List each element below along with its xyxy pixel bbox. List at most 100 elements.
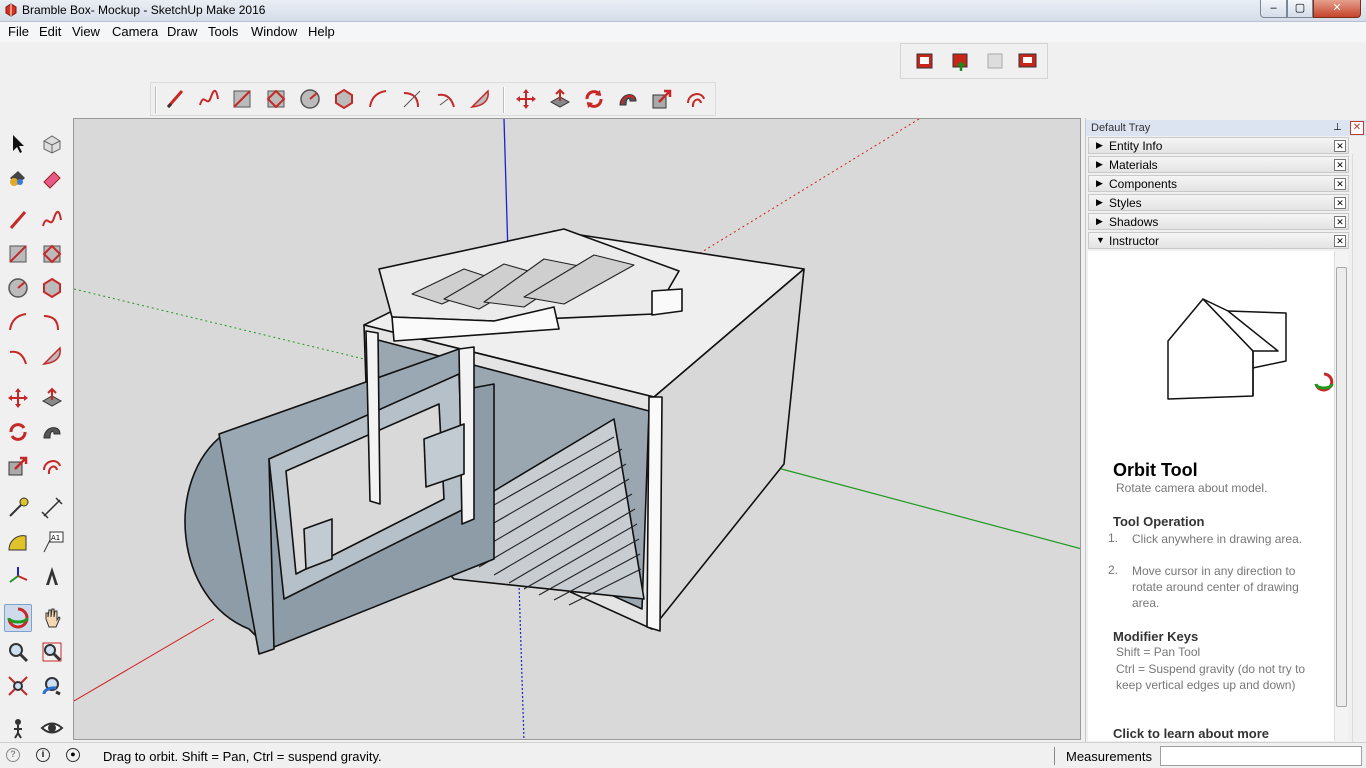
share-component-icon[interactable] bbox=[981, 47, 1009, 75]
move-tool-icon[interactable] bbox=[512, 85, 540, 113]
maximize-button[interactable]: ▢ bbox=[1287, 0, 1313, 18]
close-panel-icon[interactable]: ✕ bbox=[1334, 178, 1346, 190]
close-panel-icon[interactable]: ✕ bbox=[1334, 159, 1346, 171]
tape-measure-icon[interactable] bbox=[4, 494, 32, 522]
panel-label: Components bbox=[1109, 177, 1178, 191]
3-point-arc-tool-icon[interactable] bbox=[4, 342, 32, 370]
blue-axis-negative bbox=[518, 583, 525, 739]
follow-me-tool-icon[interactable] bbox=[614, 85, 642, 113]
rotate-tool-icon[interactable] bbox=[4, 418, 32, 446]
follow-me-tool-icon[interactable] bbox=[38, 418, 66, 446]
close-panel-icon[interactable]: ✕ bbox=[1334, 235, 1346, 247]
move-tool-icon[interactable] bbox=[4, 384, 32, 412]
user-account-icon[interactable]: ● bbox=[66, 748, 80, 762]
rectangle-tool-icon[interactable] bbox=[228, 85, 256, 113]
close-tray-button[interactable]: ✕ bbox=[1350, 121, 1364, 135]
learn-more-link[interactable]: Click to learn about more bbox=[1113, 726, 1269, 741]
instructor-scrollbar[interactable] bbox=[1334, 251, 1348, 741]
menu-tools[interactable]: Tools bbox=[208, 24, 238, 39]
close-panel-icon[interactable]: ✕ bbox=[1334, 140, 1346, 152]
measurements-input[interactable] bbox=[1160, 746, 1362, 766]
paint-bucket-icon[interactable] bbox=[4, 164, 32, 192]
menu-edit[interactable]: Edit bbox=[39, 24, 61, 39]
blue-axis bbox=[503, 119, 509, 255]
freehand-tool-icon[interactable] bbox=[38, 206, 66, 234]
tray-scrollbar[interactable] bbox=[1352, 154, 1366, 742]
window-title: Bramble Box- Mockup - SketchUp Make 2016 bbox=[22, 3, 266, 17]
select-tool-icon[interactable] bbox=[4, 130, 32, 158]
scale-tool-icon[interactable] bbox=[4, 452, 32, 480]
3d-text-icon[interactable] bbox=[38, 562, 66, 590]
bramble-box-model[interactable] bbox=[184, 228, 805, 655]
protractor-icon[interactable] bbox=[4, 528, 32, 556]
drawing-area[interactable] bbox=[73, 118, 1081, 740]
minimize-button[interactable]: – bbox=[1260, 0, 1287, 18]
model-canvas[interactable] bbox=[74, 119, 1081, 740]
look-around-icon[interactable] bbox=[38, 714, 66, 742]
rotate-tool-icon[interactable] bbox=[580, 85, 608, 113]
panel-materials[interactable]: ▶ Materials ✕ bbox=[1088, 156, 1349, 173]
dimension-tool-icon[interactable] bbox=[38, 494, 66, 522]
circle-tool-icon[interactable] bbox=[296, 85, 324, 113]
close-panel-icon[interactable]: ✕ bbox=[1334, 216, 1346, 228]
arc-tool-icon[interactable] bbox=[4, 308, 32, 336]
menu-view[interactable]: View bbox=[72, 24, 100, 39]
panel-components[interactable]: ▶ Components ✕ bbox=[1088, 175, 1349, 192]
drawing-toolbar bbox=[150, 82, 716, 116]
offset-tool-icon[interactable] bbox=[38, 452, 66, 480]
pie-tool-icon[interactable] bbox=[466, 85, 494, 113]
close-window-button[interactable]: ✕ bbox=[1313, 0, 1361, 18]
push-pull-tool-icon[interactable] bbox=[546, 85, 574, 113]
rotated-rectangle-tool-icon[interactable] bbox=[262, 85, 290, 113]
2-point-arc-tool-icon[interactable] bbox=[398, 85, 426, 113]
extension-warehouse-icon[interactable] bbox=[1014, 47, 1042, 75]
zoom-tool-icon[interactable] bbox=[4, 638, 32, 666]
line-tool-icon[interactable] bbox=[4, 206, 32, 234]
zoom-window-icon[interactable] bbox=[38, 638, 66, 666]
line-tool-icon[interactable] bbox=[161, 85, 189, 113]
rotated-rectangle-tool-icon[interactable] bbox=[38, 240, 66, 268]
polygon-tool-icon[interactable] bbox=[330, 85, 358, 113]
make-component-icon[interactable] bbox=[38, 130, 66, 158]
rectangle-tool-icon[interactable] bbox=[4, 240, 32, 268]
push-pull-tool-icon[interactable] bbox=[38, 384, 66, 412]
menu-window[interactable]: Window bbox=[251, 24, 297, 39]
close-panel-icon[interactable]: ✕ bbox=[1334, 197, 1346, 209]
panel-instructor[interactable]: ▼ Instructor ✕ bbox=[1088, 232, 1349, 249]
toolbar-separator bbox=[503, 87, 505, 113]
menu-camera[interactable]: Camera bbox=[112, 24, 158, 39]
tool-operation-heading: Tool Operation bbox=[1113, 514, 1205, 529]
pie-tool-icon[interactable] bbox=[38, 342, 66, 370]
menu-help[interactable]: Help bbox=[308, 24, 335, 39]
scale-tool-icon[interactable] bbox=[648, 85, 676, 113]
zoom-extents-icon[interactable] bbox=[4, 672, 32, 700]
pin-icon[interactable]: ⊥ bbox=[1333, 122, 1342, 133]
axes-tool-icon[interactable] bbox=[4, 562, 32, 590]
offset-tool-icon[interactable] bbox=[682, 85, 710, 113]
panel-shadows[interactable]: ▶ Shadows ✕ bbox=[1088, 213, 1349, 230]
menu-file[interactable]: File bbox=[8, 24, 29, 39]
panel-entity-info[interactable]: ▶ Entity Info ✕ bbox=[1088, 137, 1349, 154]
eraser-icon[interactable] bbox=[38, 164, 66, 192]
instructor-subtitle: Rotate camera about model. bbox=[1116, 481, 1268, 495]
2-point-arc-tool-icon[interactable] bbox=[38, 308, 66, 336]
credits-icon[interactable]: i bbox=[36, 748, 50, 762]
3d-warehouse-icon[interactable] bbox=[911, 47, 939, 75]
panel-styles[interactable]: ▶ Styles ✕ bbox=[1088, 194, 1349, 211]
arc-tool-icon[interactable] bbox=[364, 85, 392, 113]
orbit-tool-icon[interactable] bbox=[4, 604, 32, 632]
pan-tool-icon[interactable] bbox=[38, 604, 66, 632]
previous-view-icon[interactable] bbox=[38, 672, 66, 700]
3-point-arc-tool-icon[interactable] bbox=[432, 85, 460, 113]
scrollbar-thumb[interactable] bbox=[1336, 267, 1347, 707]
geo-location-icon[interactable]: ? bbox=[6, 748, 20, 762]
menu-draw[interactable]: Draw bbox=[167, 24, 197, 39]
circle-tool-icon[interactable] bbox=[4, 274, 32, 302]
share-model-icon[interactable] bbox=[947, 47, 975, 75]
position-camera-icon[interactable] bbox=[4, 714, 32, 742]
polygon-tool-icon[interactable] bbox=[38, 274, 66, 302]
text-tool-icon[interactable]: A1 bbox=[38, 528, 66, 556]
menu-bar: File Edit View Camera Draw Tools Window … bbox=[0, 22, 1366, 42]
collapse-arrow-icon: ▼ bbox=[1096, 235, 1105, 245]
freehand-tool-icon[interactable] bbox=[195, 85, 223, 113]
